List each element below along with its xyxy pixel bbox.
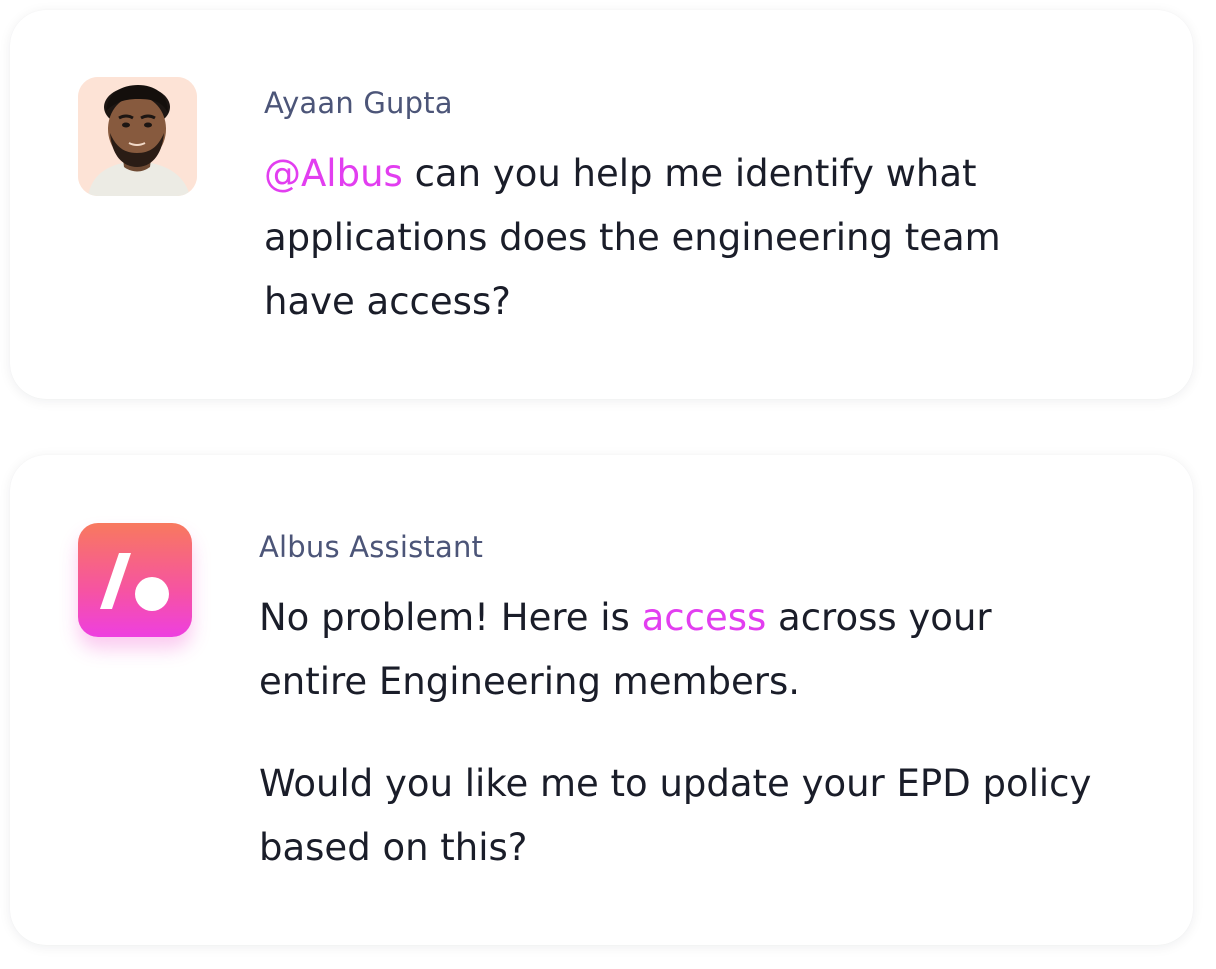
message-text-segment: across your [766,596,992,639]
assistant-avatar[interactable] [78,523,192,637]
message-text-segment: No problem! Here is [259,596,642,639]
message-text-segment: Would you like me to update your EPD pol… [259,762,1092,805]
sender-name: Ayaan Gupta [264,86,453,120]
sender-name: Albus Assistant [259,530,484,564]
message-paragraph: Would you like me to update your EPD pol… [259,752,1091,880]
user-avatar[interactable] [78,77,197,196]
message-text-segment: entire Engineering members. [259,660,801,703]
user-photo-avatar [78,77,197,196]
message-text-segment: can you help me identify what [402,152,977,195]
user-message-card: Ayaan Gupta @Albus can you help me ident… [10,10,1193,399]
message-text-segment: have access? [264,280,511,323]
albus-logo-icon [100,553,169,611]
message-text-segment: based on this? [259,826,528,869]
assistant-message-card: Albus Assistant No problem! Here is acce… [10,455,1193,945]
message-text-segment: applications does the engineering team [264,216,1001,259]
access-link[interactable]: access [642,596,767,639]
message-text: @Albus can you help me identify what appl… [264,142,1001,334]
mention-link[interactable]: @Albus [264,152,403,195]
message-paragraph: No problem! Here is access across your en… [259,586,992,714]
